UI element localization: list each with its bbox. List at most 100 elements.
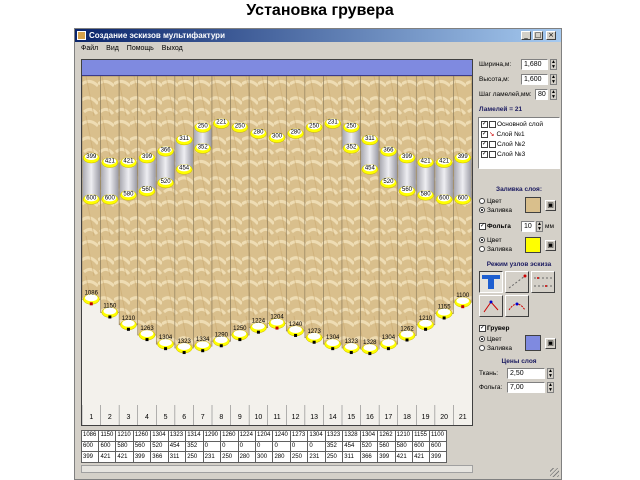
resize-grip[interactable]	[550, 468, 559, 477]
table-cell[interactable]: 250	[220, 451, 239, 463]
menu-file[interactable]: Файл	[81, 43, 98, 54]
height-spinner[interactable]: ▲ ▼	[550, 74, 557, 85]
menu-exit[interactable]: Выход	[162, 43, 183, 54]
table-cell[interactable]: 311	[342, 451, 361, 463]
groover-color-swatch[interactable]	[525, 335, 541, 351]
layers-list[interactable]: ✓ Основной слой ✓ ↘ Слой №1 ✓ Слой №2 ✓ Слой …	[478, 117, 560, 169]
table-cell[interactable]: 1323	[324, 430, 344, 442]
groover-node[interactable]	[89, 302, 93, 306]
fill-pick-button[interactable]: ▣	[545, 200, 556, 211]
lamel-strip[interactable]	[378, 76, 399, 345]
groover-node[interactable]	[164, 347, 168, 351]
minimize-button[interactable]: _	[521, 31, 531, 40]
step-input[interactable]: 80	[535, 89, 548, 100]
width-spinner[interactable]: ▲ ▼	[550, 59, 557, 70]
table-cell[interactable]: 520	[359, 440, 379, 453]
table-cell[interactable]: 1262	[377, 430, 396, 442]
lamel-strip[interactable]	[155, 76, 176, 345]
lamel-strip[interactable]	[137, 76, 157, 336]
table-cell[interactable]: 280	[237, 451, 257, 463]
lamel-strip[interactable]	[323, 76, 343, 345]
table-cell[interactable]: 421	[412, 451, 431, 463]
table-cell[interactable]: 300	[255, 451, 274, 463]
table-cell[interactable]: 399	[132, 451, 152, 463]
foil-width-input[interactable]: 10	[521, 221, 535, 232]
groover-node[interactable]	[201, 349, 205, 353]
table-cell[interactable]: 0	[202, 440, 222, 453]
table-cell[interactable]: 0	[272, 440, 291, 453]
table-cell[interactable]: 1273	[289, 430, 309, 442]
table-cell[interactable]: 1290	[202, 430, 222, 442]
fill-texture-swatch[interactable]	[525, 197, 541, 213]
lamel-strip[interactable]	[304, 76, 324, 339]
table-cell[interactable]: 0	[289, 440, 309, 453]
table-cell[interactable]: 352	[185, 440, 204, 453]
table-cell[interactable]: 399	[429, 451, 447, 463]
lamel-strip[interactable]	[285, 76, 306, 332]
layer-item-1[interactable]: ✓ ↘ Слой №1	[481, 130, 525, 139]
table-cell[interactable]: 399	[80, 451, 100, 463]
table-cell[interactable]: 580	[394, 440, 414, 453]
table-cell[interactable]: 520	[150, 440, 169, 453]
table-cell[interactable]: 600	[98, 440, 117, 453]
table-cell[interactable]: 250	[289, 451, 309, 463]
table-cell[interactable]: 421	[115, 451, 134, 463]
fill-color-radio[interactable]	[479, 198, 485, 205]
table-cell[interactable]: 1304	[359, 430, 379, 442]
tool-diagonal[interactable]	[505, 271, 529, 293]
groover-node[interactable]	[424, 327, 428, 331]
table-cell[interactable]: 0	[237, 440, 257, 453]
tool-grid[interactable]	[531, 271, 555, 293]
layer-visible-checkbox[interactable]: ✓	[481, 150, 488, 158]
groover-node[interactable]	[331, 347, 335, 351]
table-cell[interactable]: 1150	[98, 430, 117, 442]
lamel-strip[interactable]	[267, 76, 287, 324]
groover-texture-radio[interactable]	[479, 345, 485, 352]
table-cell[interactable]: 0	[255, 440, 274, 453]
layer-select-checkbox[interactable]	[489, 150, 496, 158]
groover-node[interactable]	[386, 347, 390, 351]
table-cell[interactable]: 1204	[255, 430, 274, 442]
layer-select-checkbox[interactable]	[489, 120, 496, 128]
table-cell[interactable]: 366	[150, 451, 169, 463]
foil-checkbox[interactable]: ✓	[479, 223, 486, 230]
groover-checkbox[interactable]: ✓	[479, 325, 486, 332]
table-cell[interactable]: 1260	[220, 430, 239, 442]
groover-node[interactable]	[182, 351, 186, 355]
table-cell[interactable]: 454	[342, 440, 361, 453]
table-cell[interactable]: 231	[307, 451, 326, 463]
table-cell[interactable]: 311	[167, 451, 187, 463]
lamel-sketch[interactable]: 3996001086142160011502421580121033995601…	[82, 76, 472, 425]
layer-visible-checkbox[interactable]: ✓	[481, 120, 488, 128]
table-cell[interactable]: 1210	[115, 430, 134, 442]
table-cell[interactable]: 1086	[80, 430, 100, 442]
table-cell[interactable]: 421	[394, 451, 414, 463]
table-cell[interactable]: 1260	[132, 430, 152, 442]
table-cell[interactable]: 0	[220, 440, 239, 453]
height-input[interactable]: 1,600	[521, 74, 548, 85]
table-cell[interactable]: 399	[377, 451, 396, 463]
horizontal-scrollbar[interactable]	[81, 465, 473, 473]
lamel-strip[interactable]	[230, 76, 250, 336]
menu-help[interactable]: Помощь	[127, 43, 154, 54]
fill-texture-radio[interactable]	[479, 207, 485, 214]
foil-spinner[interactable]: ▲ ▼	[536, 221, 543, 232]
table-cell[interactable]: 1323	[167, 430, 187, 442]
groover-node[interactable]	[238, 338, 242, 342]
groover-node[interactable]	[312, 340, 316, 344]
lamel-strip[interactable]	[397, 76, 417, 336]
tool-curve[interactable]	[505, 295, 529, 317]
table-cell[interactable]: 1240	[272, 430, 291, 442]
groover-node[interactable]	[368, 352, 372, 356]
table-cell[interactable]: 454	[167, 440, 187, 453]
groover-node[interactable]	[349, 351, 353, 355]
foil-color-radio[interactable]	[479, 237, 485, 244]
width-input[interactable]: 1,680	[521, 59, 548, 70]
table-cell[interactable]: 0	[307, 440, 326, 453]
table-cell[interactable]: 421	[98, 451, 117, 463]
groover-node[interactable]	[126, 327, 130, 331]
groover-node[interactable]	[442, 316, 446, 320]
table-cell[interactable]: 250	[324, 451, 344, 463]
lamel-strip[interactable]	[174, 76, 194, 349]
table-cell[interactable]: 1100	[429, 430, 447, 442]
